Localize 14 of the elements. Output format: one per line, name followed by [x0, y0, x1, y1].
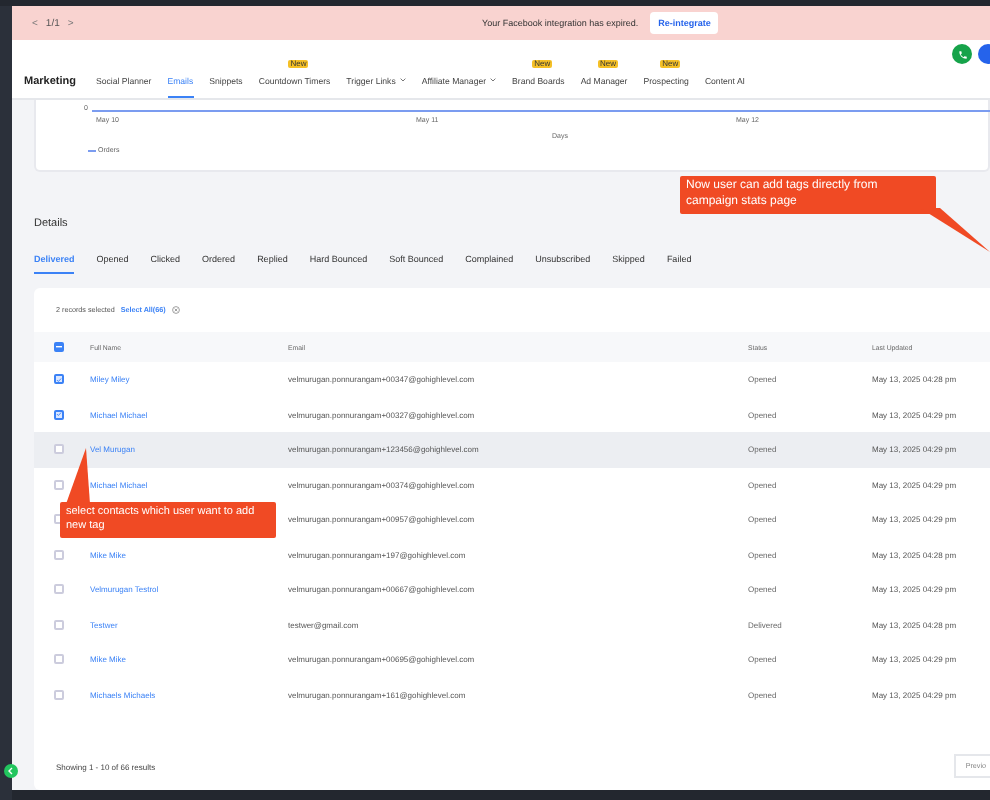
checkbox[interactable] [54, 654, 64, 665]
checkbox[interactable] [54, 479, 64, 490]
annotation-arrow [66, 448, 90, 504]
chat-icon[interactable] [4, 764, 18, 778]
clear-icon[interactable] [171, 306, 180, 314]
checkbox[interactable] [54, 409, 64, 420]
checkbox[interactable] [54, 374, 64, 385]
select-all-checkbox[interactable] [54, 342, 64, 352]
checkbox[interactable] [54, 549, 64, 560]
checkbox[interactable] [54, 619, 64, 630]
checkbox[interactable] [54, 584, 64, 595]
checkbox[interactable] [54, 444, 64, 455]
phone-icon[interactable] [952, 44, 972, 64]
checkbox[interactable] [54, 689, 64, 700]
